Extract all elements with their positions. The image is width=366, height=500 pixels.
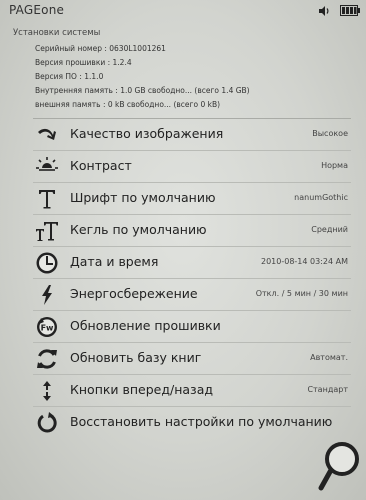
menu-item-label: Кегль по умолчанию [70, 222, 207, 237]
menu-item-label: Шрифт по умолчанию [70, 190, 216, 205]
restore-icon [37, 412, 57, 433]
menu-item-contrast[interactable]: Контраст Норма [33, 151, 351, 183]
menu-item-date-time[interactable]: Дата и время 2010-08-14 03:24 AM [33, 247, 351, 279]
image-quality-icon [38, 128, 56, 140]
system-info-panel: Установки системы Серийный номер : 0630L… [0, 24, 366, 116]
menu-item-label: Контраст [70, 158, 132, 173]
menu-item-firmware-update[interactable]: Fw Обновление прошивки [33, 311, 351, 343]
menu-item-value: nanumGothic [294, 193, 348, 202]
menu-item-update-book-db[interactable]: Обновить базу книг Автомат. [33, 343, 351, 375]
ieh-lab-logo [318, 442, 359, 491]
menu-item-value: 2010-08-14 03:24 AM [260, 257, 348, 266]
menu-item-label: Кнопки вперед/назад [70, 382, 214, 397]
menu-item-label: Восстановить настройки по умолчанию [70, 414, 333, 429]
menu-item-restore-defaults[interactable]: Восстановить настройки по умолчанию [33, 407, 351, 438]
menu-item-power-saving[interactable]: Энергосбережение Откл. / 5 мин / 30 мин [33, 279, 351, 311]
serial-number: Серийный номер : 0630L1001261 [35, 44, 166, 53]
internal-memory: Внутренняя память : 1.0 GB свободно... (… [35, 86, 250, 95]
menu-item-label: Дата и время [70, 254, 159, 269]
volume-icon[interactable] [318, 5, 330, 17]
lightning-icon [42, 285, 52, 305]
menu-item-value: Автомат. [310, 353, 348, 362]
refresh-icon [37, 349, 57, 369]
firmware-version: Версия прошивки : 1.2.4 [35, 58, 132, 67]
menu-item-value: Стандарт [307, 385, 348, 394]
brand-name: PAGEone [9, 3, 65, 17]
status-bar: PAGEone [0, 0, 366, 22]
clock-icon [36, 252, 58, 274]
menu-item-default-font[interactable]: Шрифт по умолчанию nanumGothic [33, 183, 351, 215]
menu-item-value: Высокое [312, 129, 348, 138]
firmware-update-icon: Fw [37, 317, 57, 337]
menu-item-label: Обновление прошивки [70, 318, 221, 333]
contrast-sun-icon [36, 157, 58, 171]
menu-item-image-quality[interactable]: Качество изображения Высокое [33, 119, 351, 151]
menu-item-value: Средний [311, 225, 348, 234]
menu-item-page-buttons[interactable]: Кнопки вперед/назад Стандарт [33, 375, 351, 407]
system-settings-title: Установки системы [13, 28, 101, 38]
settings-menu: Качество изображения Высокое Контраст Но… [33, 118, 351, 435]
svg-text:Fw: Fw [41, 324, 54, 333]
menu-item-label: Обновить базу книг [70, 350, 202, 365]
external-memory: внешняя память : 0 kB свободно... (всего… [35, 100, 221, 109]
battery-icon [340, 5, 360, 16]
menu-item-font-size[interactable]: Кегль по умолчанию Средний [33, 215, 351, 247]
menu-item-value: Откл. / 5 мин / 30 мин [255, 289, 348, 298]
menu-item-label: Качество изображения [70, 126, 224, 141]
software-version: Версия ПО : 1.1.0 [35, 72, 104, 81]
menu-item-value: Норма [321, 161, 348, 170]
font-icon [39, 190, 55, 209]
up-down-arrows-icon [43, 381, 51, 401]
font-size-icon [36, 222, 58, 241]
menu-item-label: Энергосбережение [70, 286, 198, 301]
